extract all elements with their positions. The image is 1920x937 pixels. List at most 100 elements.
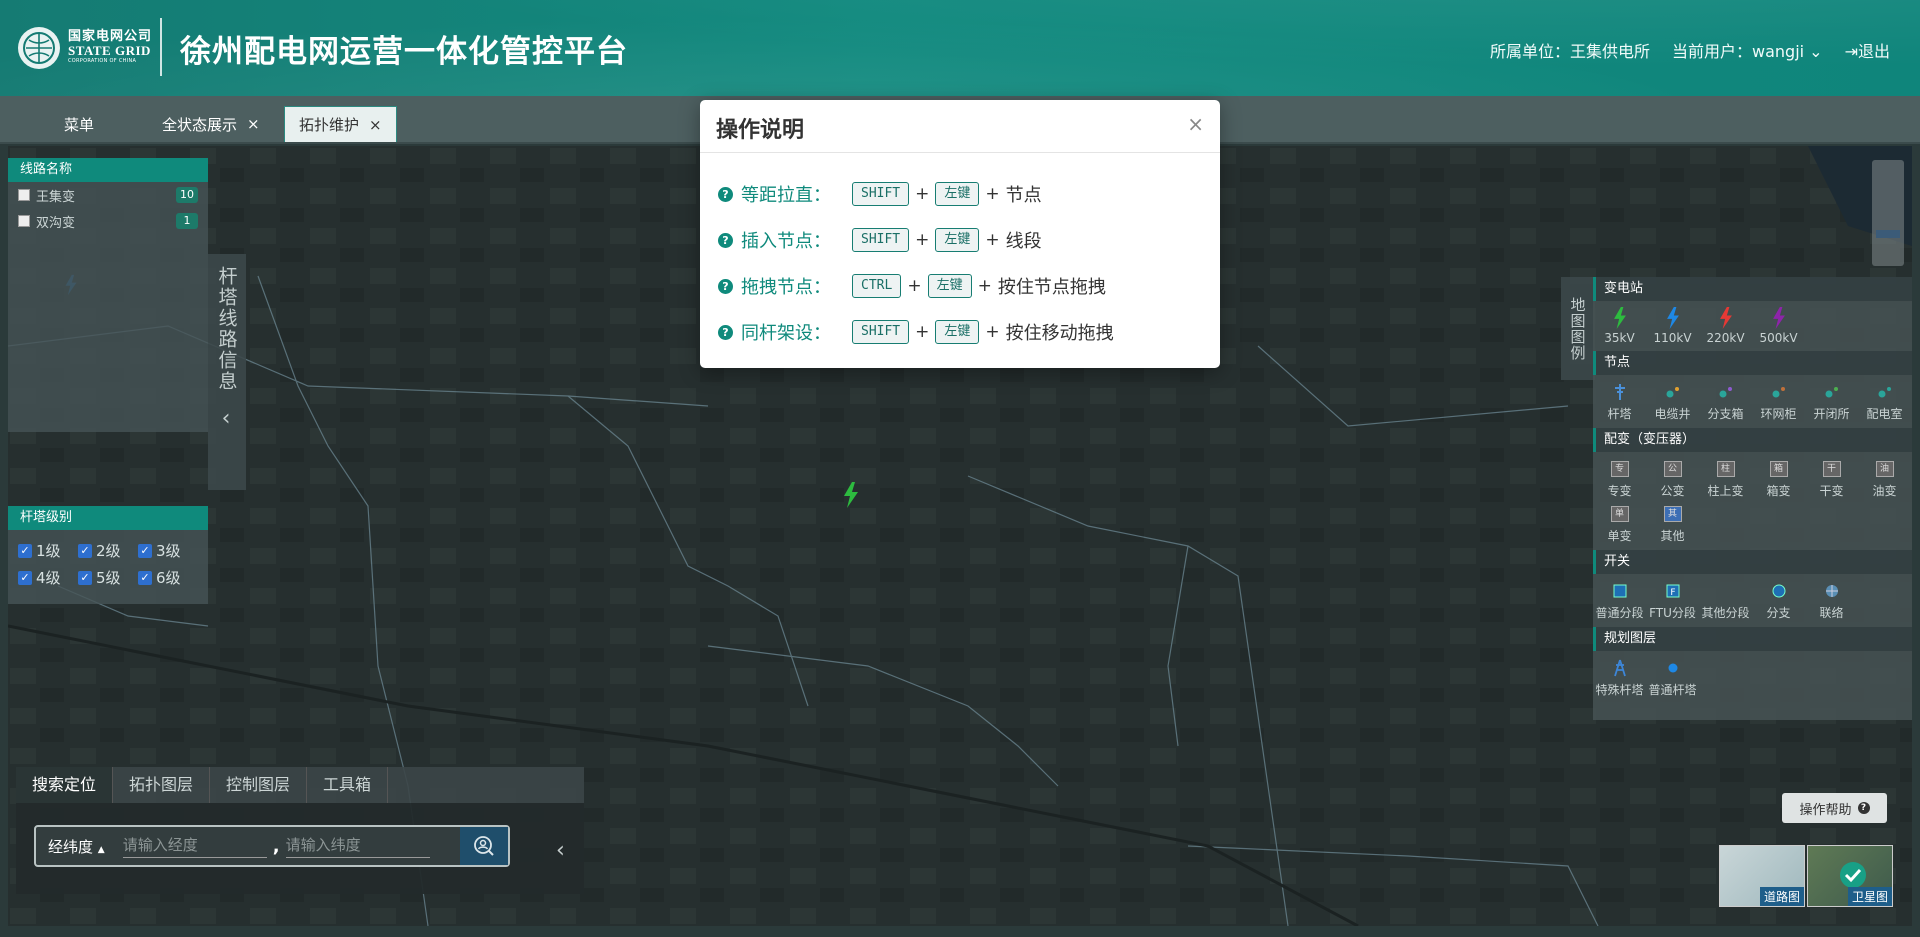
special-transformer-icon: 专 bbox=[1610, 461, 1629, 477]
line-panel-title: 线路名称 bbox=[8, 158, 208, 182]
search-button[interactable] bbox=[460, 827, 508, 865]
question-icon: ? bbox=[718, 232, 733, 248]
distribution-room-icon bbox=[1858, 381, 1911, 403]
help-button[interactable]: 操作帮助? bbox=[1782, 793, 1887, 823]
legend-switch-title: 开关 bbox=[1593, 550, 1912, 574]
legend-toggle[interactable]: 地图图例 bbox=[1561, 277, 1595, 380]
legend-label: 联络 bbox=[1819, 606, 1844, 620]
tower-level-title: 杆塔级别 bbox=[8, 506, 208, 530]
box-transformer-icon: 箱 bbox=[1769, 461, 1788, 477]
line-checkbox[interactable] bbox=[18, 215, 30, 227]
checkbox-checked-icon[interactable]: ✓ bbox=[78, 570, 92, 585]
logo-sub: CORPORATION OF CHINA bbox=[68, 57, 137, 64]
legend-label: 特殊杆塔 bbox=[1595, 683, 1644, 697]
level-label: 4级 bbox=[36, 569, 61, 587]
app-title: 徐州配电网运营一体化管控平台 bbox=[180, 34, 628, 70]
zoom-slider[interactable] bbox=[1872, 160, 1904, 266]
operation-help-dialog: 操作说明 × ? 等距拉直： SHIFT + 左键 + 节点 ? 插入节点： SHI… bbox=[700, 100, 1220, 368]
chevron-left-icon[interactable]: ‹ bbox=[556, 838, 565, 863]
road-map-thumb[interactable]: 道路图 bbox=[1719, 845, 1805, 907]
level-option[interactable]: ✓ 4级 bbox=[18, 567, 78, 588]
level-label: 6级 bbox=[156, 569, 181, 587]
satellite-map-thumb[interactable]: 卫星图 bbox=[1807, 845, 1893, 907]
legend-plan-row: 特殊杆塔 普通杆塔 bbox=[1593, 651, 1912, 704]
close-icon[interactable]: × bbox=[1187, 112, 1204, 136]
logo-en: STATE GRID bbox=[68, 43, 151, 59]
coordinate-separator: , bbox=[272, 835, 280, 857]
key-badge: 左键 bbox=[935, 182, 980, 206]
instruction-label: 等距拉直： bbox=[741, 185, 831, 206]
level-option[interactable]: ✓ 3级 bbox=[138, 540, 198, 561]
legend-item: 专专变 bbox=[1593, 456, 1646, 501]
checkbox-checked-icon[interactable]: ✓ bbox=[78, 543, 92, 558]
key-badge: 左键 bbox=[927, 274, 972, 298]
zoom-handle[interactable] bbox=[1876, 230, 1900, 238]
tab-topology[interactable]: 拓扑维护 × bbox=[284, 106, 397, 142]
tower-line-info-toggle[interactable]: 杆塔线路信息 ‹ bbox=[208, 254, 246, 490]
instruction-label: 插入节点： bbox=[741, 231, 831, 252]
plus-sign: + bbox=[985, 184, 1000, 204]
ftu-switch-icon: F bbox=[1646, 580, 1699, 602]
legend-item: 干干变 bbox=[1805, 456, 1858, 501]
user-menu[interactable]: 当前用户：wangji ⌄ bbox=[1672, 38, 1823, 62]
latitude-input[interactable] bbox=[285, 834, 430, 858]
map-type-switcher: 道路图 卫星图 bbox=[1719, 845, 1897, 907]
legend-label: 专变 bbox=[1607, 484, 1632, 498]
dry-transformer-icon: 干 bbox=[1822, 461, 1841, 477]
question-icon: ? bbox=[718, 186, 733, 202]
checkbox-checked-icon[interactable]: ✓ bbox=[18, 570, 32, 585]
search-mode-label: 经纬度 bbox=[48, 837, 94, 856]
checkbox-checked-icon[interactable]: ✓ bbox=[18, 543, 32, 558]
pole-transformer-icon: 柱 bbox=[1716, 461, 1735, 477]
level-option[interactable]: ✓ 5级 bbox=[78, 567, 138, 588]
tab-toolbox[interactable]: 工具箱 bbox=[307, 767, 389, 803]
legend-switch-row: 普通分段 F FTU分段 其他分段 分支 联络 bbox=[1593, 574, 1912, 627]
legend-item: 普通杆塔 bbox=[1646, 655, 1699, 700]
satellite-map-label: 卫星图 bbox=[1847, 887, 1892, 906]
cable-well-icon bbox=[1646, 381, 1699, 403]
tab-search-locate[interactable]: 搜索定位 bbox=[16, 767, 114, 803]
plus-sign: + bbox=[915, 322, 930, 342]
chevron-left-icon[interactable]: ‹ bbox=[222, 406, 233, 431]
line-item[interactable]: 双沟变 1 bbox=[8, 208, 208, 234]
line-checkbox[interactable] bbox=[18, 189, 30, 201]
header-user-info: 所属单位：王集供电所 当前用户：wangji ⌄ ⇥退出 bbox=[1490, 38, 1890, 62]
line-panel-body bbox=[8, 234, 208, 432]
substation-marker-icon[interactable] bbox=[842, 482, 860, 512]
close-icon[interactable]: × bbox=[369, 116, 382, 134]
tab-full-status[interactable]: 全状态展示 × bbox=[148, 106, 274, 142]
tab-menu[interactable]: 菜单 bbox=[50, 106, 108, 142]
legend-item: 110kV bbox=[1646, 305, 1699, 347]
legend-item: 油油变 bbox=[1858, 456, 1911, 501]
level-option[interactable]: ✓ 1级 bbox=[18, 540, 78, 561]
legend-label: 分支 bbox=[1766, 606, 1791, 620]
branch-switch-icon bbox=[1752, 580, 1805, 602]
checkbox-checked-icon[interactable]: ✓ bbox=[138, 543, 152, 558]
legend-label: 箱变 bbox=[1766, 484, 1791, 498]
other-transformer-icon: 其 bbox=[1663, 506, 1682, 522]
dialog-title: 操作说明 bbox=[716, 118, 805, 143]
instruction-action: 节点 bbox=[1005, 185, 1042, 206]
legend-label: 配电室 bbox=[1866, 407, 1903, 421]
close-icon[interactable]: × bbox=[247, 115, 260, 133]
legend-item: 开闭所 bbox=[1805, 379, 1858, 424]
question-icon: ? bbox=[1857, 802, 1870, 814]
checkbox-checked-icon[interactable]: ✓ bbox=[138, 570, 152, 585]
legend-item: F FTU分段 bbox=[1646, 578, 1699, 623]
level-label: 1级 bbox=[36, 542, 61, 560]
logout-button[interactable]: ⇥退出 bbox=[1845, 38, 1890, 62]
search-mode-select[interactable]: 经纬度 ▲ bbox=[36, 836, 117, 857]
legend-item: 联络 bbox=[1805, 578, 1858, 623]
legend-label: 500kV bbox=[1759, 331, 1798, 345]
level-option[interactable]: ✓ 6级 bbox=[138, 567, 198, 588]
level-option[interactable]: ✓ 2级 bbox=[78, 540, 138, 561]
line-item[interactable]: 王集变 10 bbox=[8, 182, 208, 208]
substation-110kv-icon bbox=[1646, 307, 1699, 329]
tab-topology-layer[interactable]: 拓扑图层 bbox=[113, 767, 211, 803]
legend-label: 分支箱 bbox=[1707, 407, 1744, 421]
longitude-input[interactable] bbox=[122, 834, 267, 858]
tab-control-layer[interactable]: 控制图层 bbox=[210, 767, 308, 803]
level-label: 2级 bbox=[96, 542, 121, 560]
key-badge: SHIFT bbox=[852, 182, 910, 206]
instruction-action: 线段 bbox=[1005, 231, 1042, 252]
